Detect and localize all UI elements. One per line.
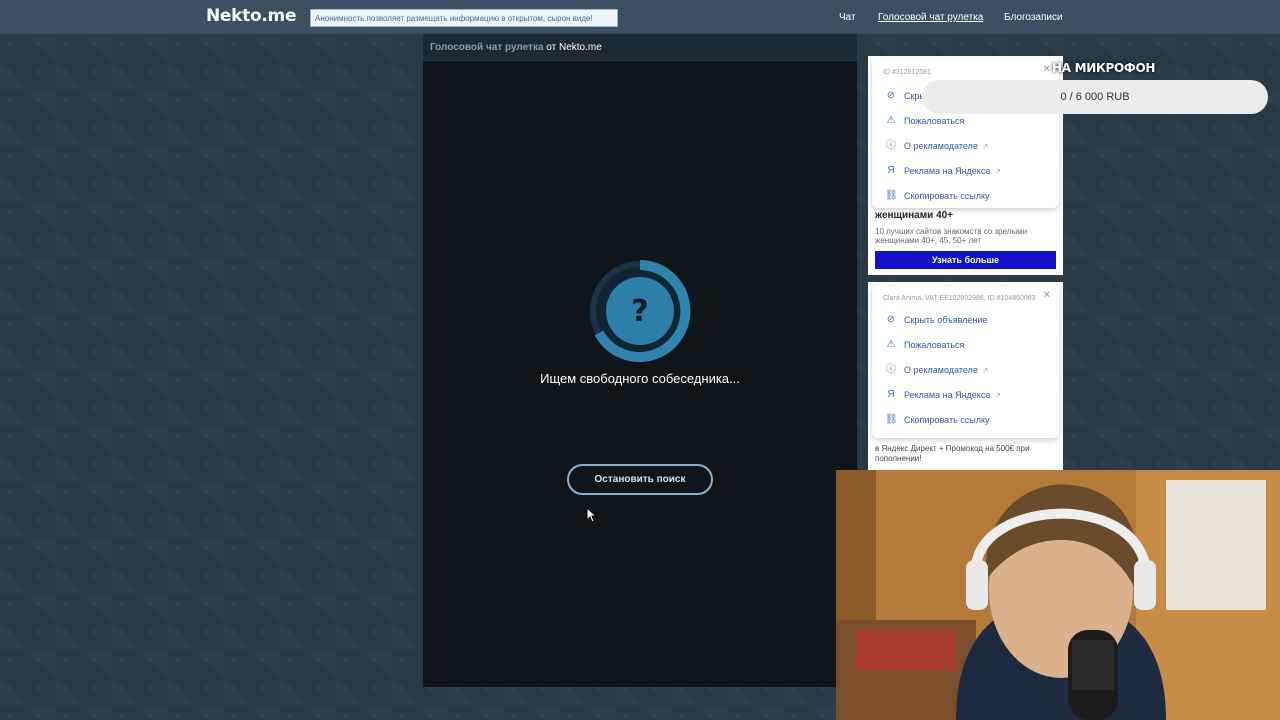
hide-ad-item[interactable]: ⊘Скрыть объявление <box>872 309 1059 334</box>
learn-more-button[interactable]: Узнать больше <box>875 251 1056 269</box>
question-mark-icon: ? <box>631 294 648 329</box>
donation-progress-bar: 0 / 6 000 RUB <box>922 80 1268 114</box>
search-status-text: Ищем свободного собеседника... <box>540 371 740 386</box>
yandex-ads-item[interactable]: Я Реклама на Яндексе ↗ <box>872 160 1059 185</box>
ad-card: ✕ Clara Anima, VAT EE102802986, ID #1048… <box>868 282 1063 470</box>
about-advertiser-item[interactable]: ⓘ О рекламодателе ↗ <box>872 135 1059 160</box>
ad-id: Clara Anima, VAT EE102802986, ID #104860… <box>883 295 1036 302</box>
eye-off-icon: ⊘ <box>886 90 896 101</box>
ad-options-menu: ✕ Clara Anima, VAT EE102802986, ID #1048… <box>872 284 1059 438</box>
nav-voice-roulette-link[interactable]: Голосовой чат рулетка <box>878 12 983 23</box>
anonymity-notice: Анонимность позволяет размещать информац… <box>310 9 618 27</box>
chat-heading-suffix: от Nekto.me <box>546 42 602 53</box>
link-icon: ⛓ <box>885 414 898 425</box>
warning-icon: ⚠ <box>886 339 896 350</box>
ad-description: 10 лучших сайтов знакомств со зрелыми же… <box>875 227 1028 245</box>
external-link-icon: ↗ <box>994 167 1002 176</box>
yandex-icon: Я <box>887 165 895 176</box>
search-spinner-icon: ? <box>583 259 697 363</box>
ad-id: ID #312812581 <box>883 69 931 76</box>
donation-goal-title: НА МИКРОФОН <box>1052 61 1156 75</box>
close-icon[interactable]: ✕ <box>1043 290 1051 301</box>
site-logo[interactable]: Nekto.me <box>206 6 296 26</box>
warning-icon: ⚠ <box>886 115 896 126</box>
mouse-cursor-icon <box>586 506 598 523</box>
nav-chat-link[interactable]: Чат <box>839 12 856 23</box>
nav-blog-link[interactable]: Блогозаписи <box>1004 12 1063 23</box>
external-link-icon: ↗ <box>994 391 1002 400</box>
report-ad-item[interactable]: ⚠ Пожаловаться <box>872 334 1059 359</box>
voice-chat-panel: Голосовой чат рулетка от Nekto.me ? Ищем… <box>423 34 857 687</box>
external-link-icon: ↗ <box>981 142 989 151</box>
streamer-webcam <box>836 470 1280 720</box>
info-icon: ⓘ <box>886 140 896 151</box>
copy-link-item[interactable]: ⛓ Скопировать ссылку <box>872 409 1059 434</box>
close-icon[interactable]: ✕ <box>1043 64 1051 75</box>
stop-search-button[interactable]: Остановить поиск <box>567 464 713 495</box>
chat-heading-link[interactable]: Голосовой чат рулетка <box>430 42 544 53</box>
chat-panel-heading: Голосовой чат рулетка от Nekto.me <box>423 34 857 61</box>
donation-progress-text: 0 / 6 000 RUB <box>1060 91 1130 103</box>
ad-footer-text[interactable]: в Яндекс Директ + Промокод на 500€ при п… <box>875 444 1057 464</box>
ad-title[interactable]: женщинами 40+ <box>875 210 953 221</box>
copy-link-item[interactable]: ⛓ Скопировать ссылку <box>872 185 1059 210</box>
yandex-icon: Я <box>887 389 895 400</box>
eye-off-icon: ⊘ <box>886 314 896 325</box>
info-icon: ⓘ <box>886 364 896 375</box>
external-link-icon: ↗ <box>981 366 989 375</box>
link-icon: ⛓ <box>885 190 898 201</box>
ad-column: ✕ ID #312812581 ⊘Скрыть объявление ⚠Пожа… <box>868 56 1063 470</box>
top-navigation-bar: Nekto.me Анонимность позволяет размещать… <box>0 0 1280 34</box>
yandex-ads-item[interactable]: Я Реклама на Яндексе ↗ <box>872 384 1059 409</box>
about-advertiser-item[interactable]: ⓘ О рекламодателе ↗ <box>872 359 1059 384</box>
